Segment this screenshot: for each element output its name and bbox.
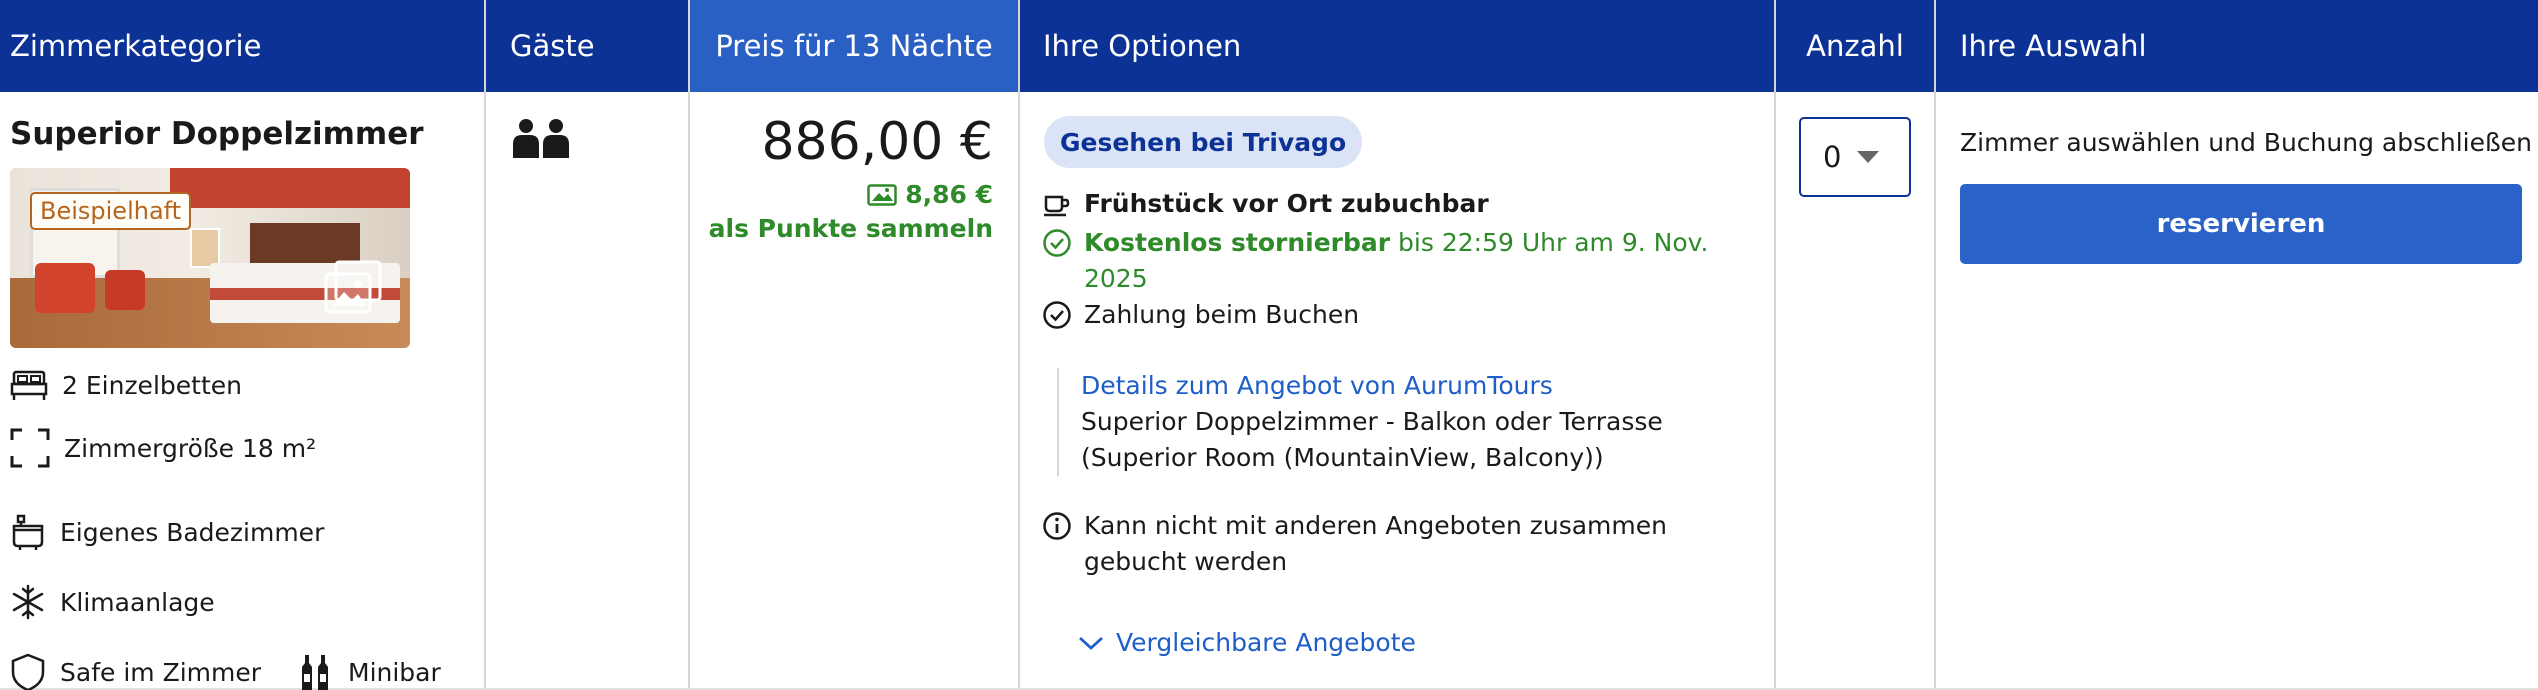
two-persons-icon[interactable] xyxy=(510,118,574,160)
points-value: 8,86 € xyxy=(867,180,993,209)
example-image-badge: Beispielhaft xyxy=(30,192,192,230)
option-cancellation-label: Kostenlos stornierbar bis 22:59 Uhr am 9… xyxy=(1084,225,1724,297)
feature-beds-label: 2 Einzelbetten xyxy=(62,370,242,400)
option-breakfast-label: Frühstück vor Ort zubuchbar xyxy=(1084,189,1489,218)
room-count-value: 0 xyxy=(1823,140,1842,174)
points-amount: 8,86 € xyxy=(905,180,993,209)
column-divider xyxy=(688,0,690,690)
offer-details: Details zum Angebot von AurumTours Super… xyxy=(1057,368,1747,476)
room-title[interactable]: Superior Doppelzimmer xyxy=(10,116,424,152)
check-circle-icon xyxy=(1043,229,1071,257)
option-notice: Kann nicht mit anderen Angeboten zusamme… xyxy=(1042,508,1762,580)
option-notice-label: Kann nicht mit anderen Angeboten zusamme… xyxy=(1084,511,1667,576)
option-cancellation: Kostenlos stornierbar bis 22:59 Uhr am 9… xyxy=(1042,225,1742,297)
table-header: Zimmerkategorie Gäste Preis für 13 Nächt… xyxy=(0,0,2538,92)
feature-ac: Klimaanlage xyxy=(10,584,215,620)
header-guests: Gäste xyxy=(510,29,595,63)
offer-details-line2: (Superior Room (MountainView, Balcony)) xyxy=(1081,443,1604,472)
header-room-category: Zimmerkategorie xyxy=(10,29,262,63)
compare-offers-label[interactable]: Vergleichbare Angebote xyxy=(1116,628,1416,657)
column-divider xyxy=(1774,0,1776,690)
option-breakfast: Frühstück vor Ort zubuchbar xyxy=(1042,186,1489,222)
header-options: Ihre Optionen xyxy=(1043,29,1242,63)
shield-icon xyxy=(11,653,45,690)
bottles-icon xyxy=(302,655,328,690)
points-card-icon xyxy=(867,183,897,206)
bed-icon xyxy=(10,370,48,400)
trivago-badge: Gesehen bei Trivago xyxy=(1044,116,1363,168)
gallery-icon xyxy=(324,260,382,314)
offer-details-link[interactable]: Details zum Angebot von AurumTours xyxy=(1081,368,1747,404)
header-count: Anzahl xyxy=(1806,29,1904,63)
feature-size-label: Zimmergröße 18 m² xyxy=(64,433,317,463)
feature-beds: 2 Einzelbetten xyxy=(10,368,242,402)
feature-safe: Safe im Zimmer xyxy=(10,652,261,690)
header-choice: Ihre Auswahl xyxy=(1960,29,2147,63)
feature-size: Zimmergröße 18 m² xyxy=(10,428,316,468)
column-divider xyxy=(1934,0,1936,690)
feature-ac-label: Klimaanlage xyxy=(60,587,215,617)
coffee-cup-icon xyxy=(1044,195,1070,217)
compare-offers-link[interactable]: Vergleichbare Angebote xyxy=(1078,628,1416,657)
column-divider xyxy=(1018,0,1020,690)
snowflake-icon xyxy=(12,584,44,620)
room-count-select[interactable]: 0 xyxy=(1799,117,1911,197)
feature-minibar-label: Minibar xyxy=(348,657,441,687)
offer-details-line1: Superior Doppelzimmer - Balkon oder Terr… xyxy=(1081,407,1663,436)
chevron-down-icon xyxy=(1079,636,1103,650)
reserve-button[interactable]: reservieren xyxy=(1960,184,2522,264)
option-payment-label: Zahlung beim Buchen xyxy=(1084,300,1360,329)
feature-bathroom: Eigenes Badezimmer xyxy=(10,512,324,552)
cancellation-free: Kostenlos stornierbar xyxy=(1084,228,1391,257)
points-label: als Punkte sammeln xyxy=(708,214,993,243)
option-payment: Zahlung beim Buchen xyxy=(1042,297,1359,333)
check-circle-icon xyxy=(1043,301,1071,329)
column-divider xyxy=(484,0,486,690)
bathroom-icon xyxy=(12,514,44,550)
total-price: 886,00 € xyxy=(761,112,993,172)
feature-minibar: Minibar xyxy=(298,652,441,690)
header-price[interactable]: Preis für 13 Nächte xyxy=(690,0,1018,92)
choice-instructions: Zimmer auswählen und Buchung abschließen xyxy=(1960,128,2532,157)
room-size-icon xyxy=(10,428,50,468)
feature-safe-label: Safe im Zimmer xyxy=(60,657,262,687)
info-icon xyxy=(1043,512,1071,540)
feature-bathroom-label: Eigenes Badezimmer xyxy=(60,517,325,547)
chevron-down-icon xyxy=(1857,151,1880,163)
